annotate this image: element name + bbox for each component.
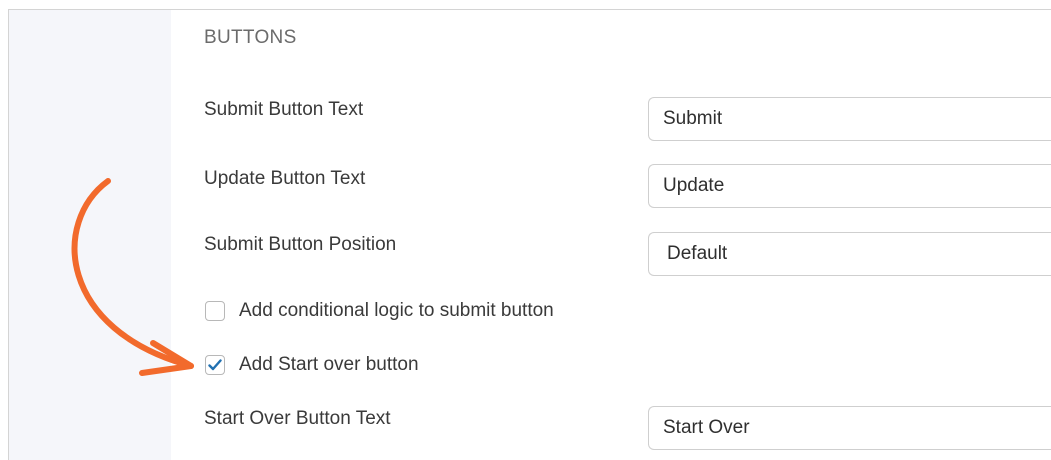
buttons-settings-section: BUTTONS Submit Button Text Update Button…	[171, 10, 1051, 460]
start-over-button-text-label: Start Over Button Text	[204, 408, 391, 429]
start-over-label: Add Start over button	[239, 354, 419, 375]
start-over-checkbox[interactable]	[205, 355, 225, 375]
section-title: BUTTONS	[204, 27, 297, 48]
submit-button-position-value: Default	[667, 243, 728, 264]
update-button-text-label: Update Button Text	[204, 168, 366, 189]
start-over-button-text-input[interactable]	[648, 406, 1051, 450]
submit-button-text-input[interactable]	[648, 97, 1051, 141]
submit-button-position-select[interactable]: Default	[648, 232, 1051, 276]
submit-button-position-label: Submit Button Position	[204, 234, 397, 255]
start-over-row[interactable]: Add Start over button	[205, 354, 419, 376]
update-button-text-input[interactable]	[648, 164, 1051, 208]
conditional-logic-checkbox[interactable]	[205, 301, 225, 321]
conditional-logic-row[interactable]: Add conditional logic to submit button	[205, 300, 554, 322]
checkmark-icon	[208, 359, 222, 371]
submit-button-text-label: Submit Button Text	[204, 99, 364, 120]
conditional-logic-label: Add conditional logic to submit button	[239, 300, 554, 321]
settings-panel: BUTTONS Submit Button Text Update Button…	[8, 9, 1051, 460]
sidebar	[9, 10, 171, 460]
